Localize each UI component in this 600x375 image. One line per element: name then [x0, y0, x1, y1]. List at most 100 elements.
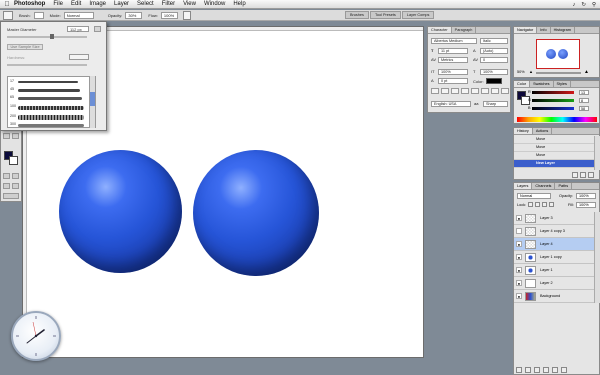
visibility-eye-icon[interactable]: ●	[516, 215, 522, 221]
tab-brushes[interactable]: Brushes	[345, 11, 369, 19]
zoom-slider[interactable]	[536, 72, 581, 74]
menu-file[interactable]: File	[53, 1, 63, 7]
visibility-eye-icon[interactable]: ●	[516, 293, 522, 299]
use-sample-size-button[interactable]: Use Sample Size	[7, 44, 43, 50]
layer-row-layer-1[interactable]: ● Layer 1	[514, 264, 594, 277]
new-snapshot-icon[interactable]	[580, 172, 586, 178]
blend-mode-select[interactable]: Normal	[517, 193, 551, 199]
slider-thumb-icon[interactable]	[50, 34, 54, 39]
visibility-eye-icon[interactable]: ●	[516, 280, 522, 286]
kerning-field[interactable]: Metrics	[438, 57, 468, 63]
tab-channels[interactable]: Channels	[532, 183, 556, 189]
zoom-in-icon[interactable]: ▲	[584, 69, 589, 75]
small-caps-button[interactable]	[461, 88, 469, 94]
zoom-field[interactable]: 50%	[517, 70, 525, 74]
flow-field[interactable]: 100%	[160, 11, 178, 19]
fill-field[interactable]: 100%	[576, 202, 596, 208]
screen-mode-icon[interactable]	[3, 183, 10, 189]
navigator-view-box[interactable]	[536, 39, 580, 69]
add-mask-icon[interactable]	[525, 367, 531, 373]
vertical-scale-field[interactable]: 100%	[438, 69, 468, 75]
green-value[interactable]: 8	[579, 98, 589, 103]
menu-image[interactable]: Image	[89, 1, 106, 7]
baseline-shift-field[interactable]: 0 pt	[438, 78, 468, 84]
scrollbar-thumb[interactable]	[90, 92, 95, 106]
background-color-swatch[interactable]	[9, 156, 18, 165]
visibility-eye-icon[interactable]: ●	[516, 254, 522, 260]
tab-paragraph[interactable]: Paragraph	[452, 27, 477, 33]
jump-to-imageready-icon[interactable]	[3, 193, 19, 199]
history-item-0[interactable]: Move	[514, 136, 594, 144]
tab-paths[interactable]: Paths	[555, 183, 573, 189]
history-item-3[interactable]: New Layer	[514, 160, 594, 168]
menu-layer[interactable]: Layer	[114, 1, 129, 7]
opacity-field[interactable]: 30%	[125, 11, 143, 19]
add-layer-style-icon[interactable]	[516, 367, 522, 373]
tab-histogram[interactable]: Histogram	[551, 27, 575, 33]
picker-menu-arrow-icon[interactable]	[94, 26, 101, 32]
superscript-button[interactable]	[471, 88, 479, 94]
font-family-select[interactable]: Albertus Medium	[431, 38, 477, 44]
antialias-select[interactable]: Sharp	[483, 101, 508, 107]
master-diameter-field[interactable]: 112 px	[67, 26, 89, 32]
green-slider[interactable]	[532, 99, 574, 102]
tab-history[interactable]: History	[514, 128, 533, 134]
tab-styles[interactable]: Styles	[554, 81, 571, 87]
sync-icon[interactable]: ↻	[581, 2, 586, 8]
font-style-select[interactable]: Italic	[480, 38, 508, 44]
color-spectrum-ramp[interactable]	[517, 117, 597, 122]
menu-edit[interactable]: Edit	[71, 1, 81, 7]
font-size-field[interactable]: 11 pt	[438, 48, 468, 54]
app-menu[interactable]: Photoshop	[14, 1, 45, 7]
tab-navigator[interactable]: Navigator	[514, 27, 538, 33]
master-diameter-slider[interactable]	[7, 36, 87, 38]
menu-filter[interactable]: Filter	[162, 1, 175, 7]
brush-tip-stroke[interactable]	[18, 89, 80, 92]
history-item-2[interactable]: Move	[514, 152, 594, 160]
volume-icon[interactable]: ♪	[573, 2, 576, 8]
brush-list-scrollbar[interactable]	[89, 76, 95, 128]
layers-scrollbar[interactable]	[594, 212, 600, 303]
lock-image-icon[interactable]	[535, 202, 540, 207]
layer-row-layer-4[interactable]: ● Layer 4	[514, 238, 594, 251]
history-scrollbar[interactable]	[594, 136, 600, 170]
spotlight-icon[interactable]: ⚲	[592, 2, 596, 8]
layer-opacity-field[interactable]: 100%	[576, 193, 596, 199]
tab-layer-comps[interactable]: Layer Comps	[401, 11, 435, 19]
leading-field[interactable]: (Auto)	[480, 48, 508, 54]
red-value[interactable]: 13	[579, 90, 589, 95]
lock-all-icon[interactable]	[549, 202, 554, 207]
tab-swatches[interactable]: Swatches	[530, 81, 554, 87]
visibility-eye-icon[interactable]	[516, 228, 522, 234]
subscript-button[interactable]	[481, 88, 489, 94]
zoom-out-icon[interactable]: ▲	[529, 69, 533, 74]
red-slider[interactable]	[532, 91, 574, 94]
airbrush-icon[interactable]	[182, 10, 191, 20]
brush-tip-stroke[interactable]	[18, 124, 84, 127]
faux-bold-button[interactable]	[431, 88, 439, 94]
horizontal-scale-field[interactable]: 100%	[480, 69, 508, 75]
layer-row-layer-1-copy[interactable]: ● Layer 1 copy	[514, 251, 594, 264]
text-color-swatch[interactable]	[486, 78, 502, 84]
new-layer-icon[interactable]	[552, 367, 558, 373]
quick-mask-icon[interactable]	[12, 173, 19, 179]
menu-select[interactable]: Select	[137, 1, 154, 7]
visibility-eye-icon[interactable]: ●	[516, 267, 522, 273]
blue-value[interactable]: 58	[579, 106, 589, 111]
tab-actions[interactable]: Actions	[533, 128, 553, 134]
brush-tip-stroke[interactable]	[18, 106, 84, 110]
blue-slider[interactable]	[532, 107, 574, 110]
brush-tip-stroke[interactable]	[18, 97, 82, 100]
brush-tip-stroke[interactable]	[18, 115, 84, 120]
layer-row-layer-2[interactable]: ● Layer 2	[514, 277, 594, 290]
tab-layers[interactable]: Layers	[514, 183, 533, 189]
all-caps-button[interactable]	[451, 88, 459, 94]
language-select[interactable]: English: USA	[431, 101, 471, 107]
underline-button[interactable]	[491, 88, 499, 94]
history-item-1[interactable]: Move	[514, 144, 594, 152]
lock-position-icon[interactable]	[542, 202, 547, 207]
tab-tool-presets[interactable]: Tool Presets	[369, 11, 401, 19]
lock-transparent-icon[interactable]	[528, 202, 533, 207]
new-set-icon[interactable]	[534, 367, 540, 373]
tracking-field[interactable]: 0	[480, 57, 508, 63]
